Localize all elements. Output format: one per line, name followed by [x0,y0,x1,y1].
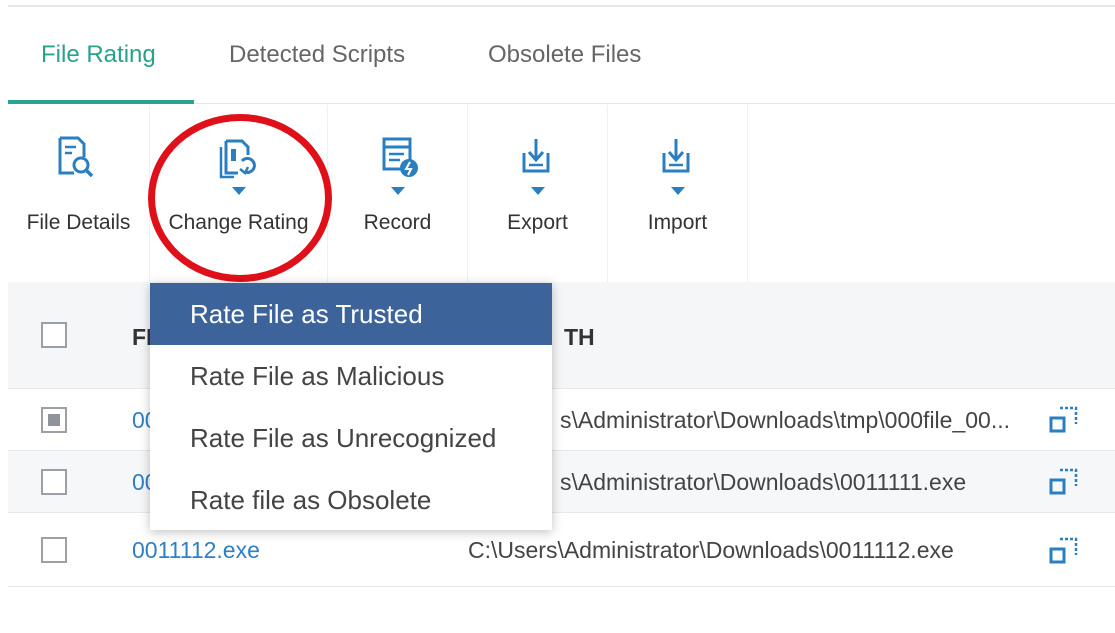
change-rating-menu: Rate File as Trusted Rate File as Malici… [150,283,552,530]
record-button[interactable]: Record [328,105,468,282]
record-label: Record [363,211,432,234]
tab-file-rating[interactable]: File Rating [41,41,156,69]
import-label: Import [647,211,708,234]
file-search-icon [58,136,94,178]
copy-icon[interactable] [1048,535,1080,567]
change-rating-button[interactable]: Change Rating [150,105,328,282]
record-icon [382,137,418,177]
import-button[interactable]: Import [608,105,748,282]
chevron-down-icon [232,187,246,195]
export-button[interactable]: Export [468,105,608,282]
top-border [8,5,1115,7]
file-name-link[interactable]: 0011112.exe [132,537,260,564]
file-details-label: File Details [26,211,131,234]
column-header-path[interactable]: TH [564,324,595,351]
export-icon [522,139,550,173]
menu-item-rate-obsolete[interactable]: Rate file as Obsolete [150,469,552,531]
file-details-button[interactable]: File Details [8,105,150,282]
file-path: C:\Users\Administrator\Downloads\0011112… [468,537,954,563]
copy-icon[interactable] [1048,404,1080,436]
file-refresh-icon [219,139,256,179]
import-icon [662,139,690,173]
tab-bar: File Rating Detected Scripts Obsolete Fi… [8,8,1115,104]
row-checkbox[interactable] [41,537,67,563]
row-checkbox[interactable] [41,469,67,495]
chevron-down-icon [391,187,405,195]
chevron-down-icon [671,187,685,195]
copy-icon[interactable] [1048,466,1080,498]
tab-obsolete-files[interactable]: Obsolete Files [488,41,641,69]
file-path: s\Administrator\Downloads\tmp\000file_00… [560,407,1010,433]
menu-item-rate-malicious[interactable]: Rate File as Malicious [150,345,552,407]
tab-detected-scripts[interactable]: Detected Scripts [229,41,405,69]
select-all-checkbox[interactable] [41,322,67,348]
toolbar: File Details Change Rating Record Export… [8,105,1115,282]
menu-item-rate-trusted[interactable]: Rate File as Trusted [150,283,552,345]
menu-item-rate-unrecognized[interactable]: Rate File as Unrecognized [150,407,552,469]
export-label: Export [507,211,568,234]
file-path: s\Administrator\Downloads\0011111.exe [560,469,967,495]
change-rating-label: Change Rating [168,211,309,234]
active-tab-indicator [8,100,194,104]
row-checkbox[interactable] [41,407,67,433]
chevron-down-icon [531,187,545,195]
